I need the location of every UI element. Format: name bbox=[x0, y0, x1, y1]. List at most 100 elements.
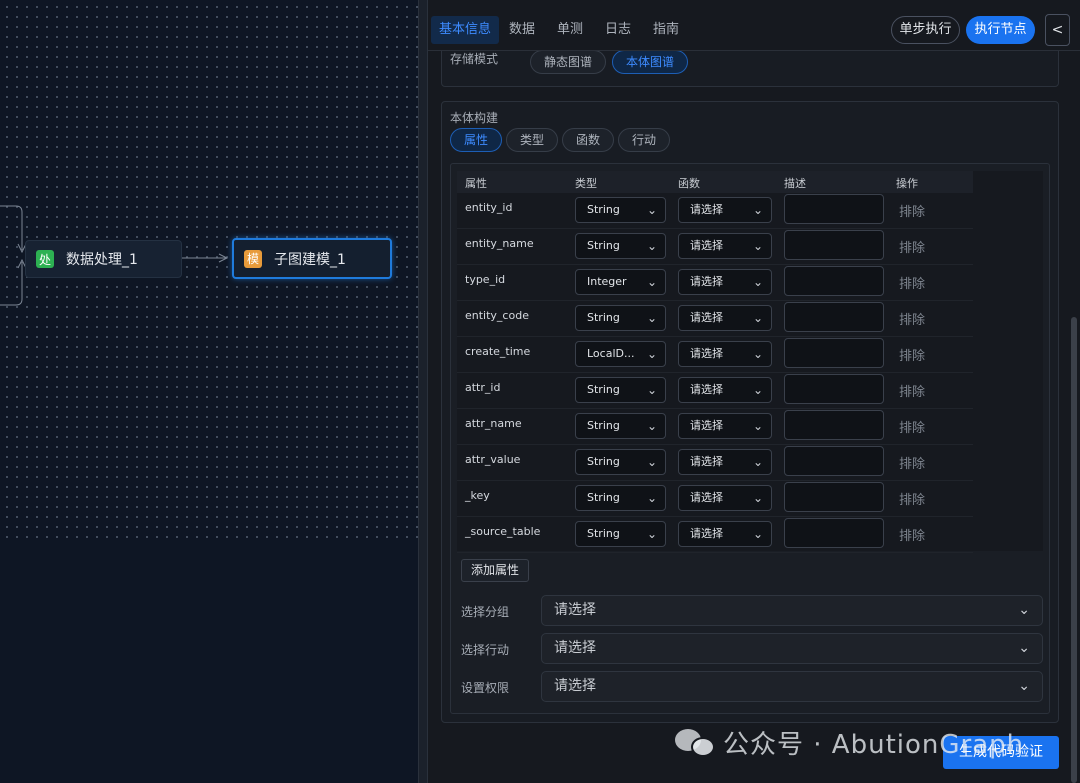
step-execute-button[interactable]: 单步执行 bbox=[891, 16, 960, 44]
description-input[interactable] bbox=[784, 518, 884, 548]
onto-tab-actions[interactable]: 行动 bbox=[618, 128, 671, 152]
function-select[interactable]: 请选择 ⌄ bbox=[678, 449, 772, 475]
wechat-watermark: 公众号 · AbutionGraph bbox=[675, 722, 1024, 762]
chevron-down-icon: ⌄ bbox=[752, 311, 763, 325]
execute-node-button[interactable]: 执行节点 bbox=[966, 16, 1035, 44]
function-select[interactable]: 请选择 ⌄ bbox=[678, 521, 772, 547]
panel-scrollbar[interactable] bbox=[1071, 317, 1077, 783]
remove-attribute-button[interactable]: 排除 bbox=[899, 525, 925, 544]
tab-basic-info[interactable]: 基本信息 bbox=[431, 16, 500, 44]
type-select-value: String bbox=[587, 383, 620, 396]
description-input[interactable] bbox=[784, 302, 884, 332]
remove-attribute-button[interactable]: 排除 bbox=[899, 201, 925, 220]
group-select-value: 请选择 bbox=[554, 602, 596, 618]
function-select-value: 请选择 bbox=[690, 275, 723, 288]
node-process-label: 数据处理_1 bbox=[66, 252, 138, 268]
description-input[interactable] bbox=[784, 266, 884, 296]
function-select[interactable]: 请选择 ⌄ bbox=[678, 413, 772, 439]
function-select[interactable]: 请选择 ⌄ bbox=[678, 341, 772, 367]
function-select[interactable]: 请选择 ⌄ bbox=[678, 197, 772, 223]
panel-splitter[interactable] bbox=[418, 0, 428, 783]
attribute-name: _source_table bbox=[465, 525, 541, 538]
function-select[interactable]: 请选择 ⌄ bbox=[678, 377, 772, 403]
tab-unit-test[interactable]: 单测 bbox=[557, 16, 583, 44]
permission-select[interactable]: 请选择 ⌄ bbox=[541, 671, 1043, 702]
remove-attribute-button[interactable]: 排除 bbox=[899, 237, 925, 256]
col-function: 函数 bbox=[678, 177, 700, 190]
remove-attribute-button[interactable]: 排除 bbox=[899, 381, 925, 400]
description-input[interactable] bbox=[784, 446, 884, 476]
storage-option-static[interactable]: 静态图谱 bbox=[530, 51, 607, 74]
node-subgraph-model[interactable]: 模 子图建模_1 bbox=[232, 238, 392, 279]
chevron-down-icon: ⌄ bbox=[752, 203, 763, 217]
chevron-down-icon: ⌄ bbox=[646, 203, 657, 217]
panel-header: 基本信息 数据 单测 日志 指南 单步执行 执行节点 < bbox=[428, 6, 1080, 51]
type-select[interactable]: String ⌄ bbox=[575, 449, 666, 475]
chevron-down-icon: ⌄ bbox=[752, 275, 763, 289]
chevron-down-icon: ⌄ bbox=[646, 419, 657, 433]
chevron-down-icon: ⌄ bbox=[646, 455, 657, 469]
function-select[interactable]: 请选择 ⌄ bbox=[678, 233, 772, 259]
node-process-badge: 处 bbox=[36, 250, 54, 268]
node-model-badge: 模 bbox=[244, 249, 262, 268]
function-select[interactable]: 请选择 ⌄ bbox=[678, 305, 772, 331]
remove-attribute-button[interactable]: 排除 bbox=[899, 345, 925, 364]
description-input[interactable] bbox=[784, 482, 884, 512]
type-select[interactable]: Integer ⌄ bbox=[575, 269, 666, 295]
function-select-value: 请选择 bbox=[690, 203, 723, 216]
action-label: 选择行动 bbox=[461, 643, 510, 657]
remove-attribute-button[interactable]: 排除 bbox=[899, 273, 925, 292]
table-header: 属性 类型 函数 描述 操作 bbox=[457, 171, 973, 193]
type-select-value: String bbox=[587, 239, 620, 252]
add-attribute-button[interactable]: 添加属性 bbox=[461, 559, 529, 582]
chevron-down-icon: ⌄ bbox=[752, 347, 763, 361]
tab-logs[interactable]: 日志 bbox=[605, 16, 631, 44]
col-operation: 操作 bbox=[896, 177, 918, 190]
remove-attribute-button[interactable]: 排除 bbox=[899, 309, 925, 328]
function-select-value: 请选择 bbox=[690, 419, 723, 432]
onto-tab-attributes[interactable]: 属性 bbox=[450, 128, 503, 152]
tab-guide[interactable]: 指南 bbox=[653, 16, 679, 44]
edge-layer bbox=[0, 205, 229, 306]
tab-data[interactable]: 数据 bbox=[509, 16, 535, 44]
function-select[interactable]: 请选择 ⌄ bbox=[678, 485, 772, 511]
remove-attribute-button[interactable]: 排除 bbox=[899, 453, 925, 472]
attribute-name: entity_code bbox=[465, 309, 529, 322]
chevron-down-icon: ⌄ bbox=[646, 527, 657, 541]
function-select-value: 请选择 bbox=[690, 383, 723, 396]
description-input[interactable] bbox=[784, 194, 884, 224]
type-select-value: String bbox=[587, 455, 620, 468]
type-select[interactable]: String ⌄ bbox=[575, 197, 666, 223]
incoming-edge-bottom bbox=[0, 262, 23, 306]
panel-scroll-area[interactable]: 存储模式 静态图谱 本体图谱 本体构建 属性 类型 函数 行动 属性 类型 函数 bbox=[428, 51, 1080, 783]
onto-tab-functions[interactable]: 函数 bbox=[562, 128, 615, 152]
node-data-process[interactable]: 处 数据处理_1 bbox=[25, 240, 182, 278]
description-input[interactable] bbox=[784, 374, 884, 404]
type-select-value: LocalD... bbox=[587, 347, 635, 360]
flow-canvas[interactable]: 处 数据处理_1 模 子图建模_1 bbox=[0, 0, 418, 783]
type-select[interactable]: String ⌄ bbox=[575, 305, 666, 331]
type-select[interactable]: String ⌄ bbox=[575, 377, 666, 403]
chevron-down-icon: ⌄ bbox=[752, 527, 763, 541]
function-select[interactable]: 请选择 ⌄ bbox=[678, 269, 772, 295]
storage-option-ontology[interactable]: 本体图谱 bbox=[612, 51, 689, 74]
remove-attribute-button[interactable]: 排除 bbox=[899, 489, 925, 508]
description-input[interactable] bbox=[784, 230, 884, 260]
onto-tab-types[interactable]: 类型 bbox=[506, 128, 559, 152]
type-select[interactable]: String ⌄ bbox=[575, 413, 666, 439]
group-select[interactable]: 请选择 ⌄ bbox=[541, 595, 1043, 626]
type-select[interactable]: LocalD... ⌄ bbox=[575, 341, 666, 367]
description-input[interactable] bbox=[784, 410, 884, 440]
type-select[interactable]: String ⌄ bbox=[575, 485, 666, 511]
chevron-down-icon: ⌄ bbox=[646, 383, 657, 397]
type-select[interactable]: String ⌄ bbox=[575, 521, 666, 547]
chevron-down-icon: ⌄ bbox=[752, 239, 763, 253]
description-input[interactable] bbox=[784, 338, 884, 368]
type-select[interactable]: String ⌄ bbox=[575, 233, 666, 259]
remove-attribute-button[interactable]: 排除 bbox=[899, 417, 925, 436]
action-select[interactable]: 请选择 ⌄ bbox=[541, 633, 1043, 664]
function-select-value: 请选择 bbox=[690, 311, 723, 324]
collapse-panel-button[interactable]: < bbox=[1045, 14, 1070, 46]
chevron-down-icon: ⌄ bbox=[646, 311, 657, 325]
storage-mode-card: 存储模式 静态图谱 本体图谱 bbox=[441, 51, 1059, 87]
